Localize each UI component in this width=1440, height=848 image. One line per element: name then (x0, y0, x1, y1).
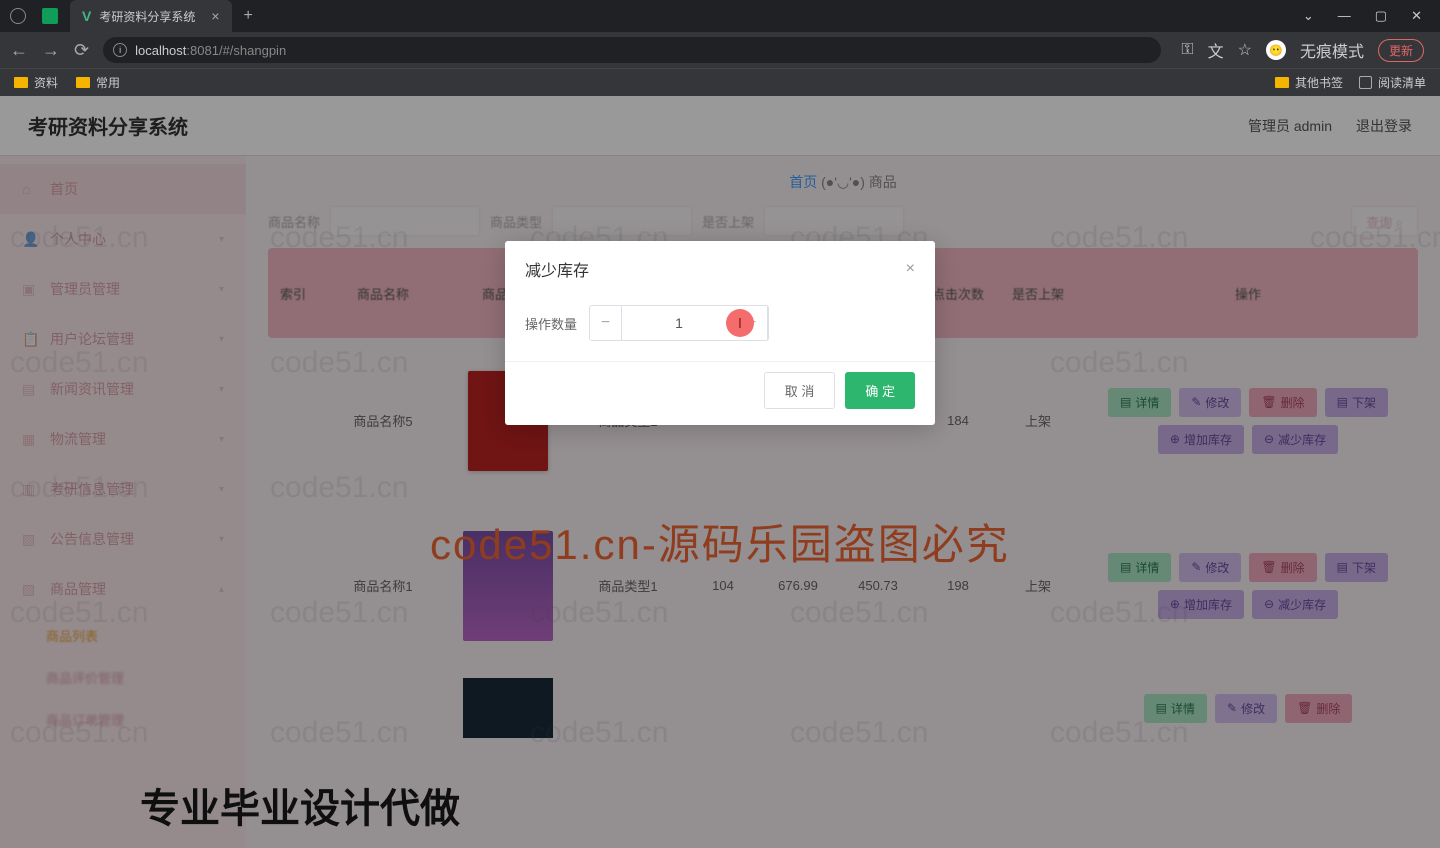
confirm-button[interactable]: 确 定 (845, 372, 915, 409)
browser-tab-strip: V 考研资料分享系统 × + ⌄ — ▢ ✕ (0, 0, 1440, 32)
key-icon[interactable]: ⚿ (1181, 41, 1193, 59)
active-tab[interactable]: V 考研资料分享系统 × (70, 0, 232, 32)
decrement-button[interactable]: − (590, 306, 622, 340)
forward-icon[interactable]: → (42, 40, 60, 61)
modal-overlay[interactable]: 减少库存 × 操作数量 − 1 + I 取 消 确 定 (0, 96, 1440, 848)
other-bookmarks[interactable]: 其他书签 (1275, 74, 1343, 91)
back-icon[interactable]: ← (10, 40, 28, 61)
modal-title: 减少库存 (525, 257, 589, 281)
quantity-stepper[interactable]: − 1 + I (589, 305, 769, 341)
window-app-icon (4, 2, 32, 30)
window-close[interactable]: ✕ (1411, 8, 1422, 24)
url-host: localhost (135, 43, 186, 58)
incognito-icon[interactable]: 😶 (1266, 40, 1286, 60)
tab-icon-2[interactable] (36, 2, 64, 30)
bookmark-bar: 资料 常用 其他书签 阅读清单 (0, 68, 1440, 96)
close-tab-icon[interactable]: × (211, 8, 219, 24)
update-button[interactable]: 更新 (1378, 39, 1424, 62)
window-minimize[interactable]: — (1338, 8, 1351, 24)
browser-nav-bar: ← → ⟳ i localhost:8081/#/shangpin ⚿ ⽂ ☆ … (0, 32, 1440, 68)
reload-icon[interactable]: ⟳ (74, 40, 89, 61)
window-maximize[interactable]: ▢ (1375, 8, 1387, 24)
translate-icon[interactable]: ⽂ (1208, 38, 1224, 62)
reduce-stock-modal: 减少库存 × 操作数量 − 1 + I 取 消 确 定 (505, 241, 935, 425)
site-info-icon[interactable]: i (113, 43, 127, 57)
incognito-label: 无痕模式 (1300, 38, 1364, 62)
quantity-value[interactable]: 1 (622, 315, 736, 331)
tab-title: 考研资料分享系统 (99, 8, 195, 25)
cancel-button[interactable]: 取 消 (764, 372, 836, 409)
star-icon[interactable]: ☆ (1238, 40, 1252, 60)
bookmark-folder-2[interactable]: 常用 (76, 74, 120, 91)
chevron-down-icon[interactable]: ⌄ (1303, 8, 1314, 24)
cursor-indicator-icon: I (726, 309, 754, 337)
url-input[interactable]: i localhost:8081/#/shangpin (103, 37, 1161, 63)
qty-label: 操作数量 (525, 314, 577, 333)
reading-list[interactable]: 阅读清单 (1359, 74, 1426, 91)
bookmark-folder-1[interactable]: 资料 (14, 74, 58, 91)
new-tab-button[interactable]: + (244, 7, 253, 25)
vue-icon: V (82, 8, 91, 24)
close-icon[interactable]: × (906, 260, 915, 278)
